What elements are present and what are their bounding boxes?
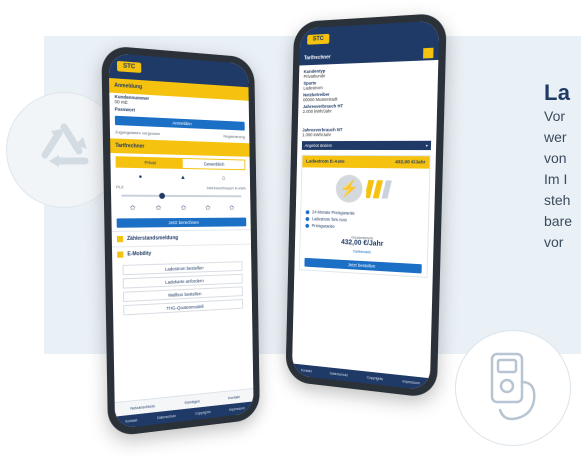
person-icon[interactable]: ✩ <box>155 204 161 212</box>
charger-badge <box>455 330 571 446</box>
consumption-label: Jahresverbrauch in kWh <box>206 185 246 191</box>
calculate-button[interactable]: Jetzt berechnen <box>116 217 247 228</box>
lightning-bolt-icon: ⚡ <box>335 174 363 203</box>
footer-link[interactable]: Datenschutz <box>157 414 176 420</box>
footer-link[interactable]: Copyrights <box>367 375 383 381</box>
zip-label: PLZ <box>116 184 124 190</box>
customer-type-toggle[interactable]: Privat Gewerblich <box>115 156 246 171</box>
dropdown-label: Angebot ändern <box>304 143 333 148</box>
intro-line: vor <box>544 234 564 250</box>
logo[interactable]: STC <box>307 33 330 45</box>
consumption-slider[interactable] <box>121 192 242 199</box>
footer-link[interactable]: Kontakt <box>301 368 312 373</box>
emobility-title: E-Mobility <box>127 250 152 258</box>
tariff-inputs: PLZ Jahresverbrauch in kWh <box>111 183 250 191</box>
check-icon <box>305 209 310 214</box>
toggle-business[interactable]: Gewerblich <box>183 159 245 169</box>
field-value: 1.000 kWh/Jahr <box>302 132 332 138</box>
person-icon[interactable]: ✩ <box>181 204 187 212</box>
person-icon[interactable]: ▲ <box>180 175 186 181</box>
plug-icon <box>117 251 124 258</box>
footer-tab-contact[interactable]: Kontakt <box>228 395 240 400</box>
footer-link[interactable]: Impressum <box>402 379 420 385</box>
emobility-section[interactable]: E-Mobility <box>111 243 252 263</box>
intro-text-block: La Vor wer von Im I steh bare vor <box>544 80 581 253</box>
footer-link[interactable]: Copyrights <box>195 410 211 416</box>
phone-screen-right: STC Tarifrechner Kundentyp Privatkunde S… <box>291 20 440 391</box>
phone-screen-left: STC Anmeldung Kundennummer 00 mE Passwor… <box>108 52 254 430</box>
price-box: Gesamtpreis 432,00 €/Jahr Tarifdetails <box>300 229 428 262</box>
footer-link[interactable]: Datenschutz <box>330 371 348 377</box>
person-count-icons[interactable]: ✩ ✩ ✩ ✩ ✩ <box>111 201 250 216</box>
field-value: Ladestrom <box>303 85 323 91</box>
footer-link[interactable]: Kontakt <box>125 418 137 423</box>
stripes-icon <box>366 180 392 199</box>
check-icon <box>305 223 310 228</box>
tariff-tag: 432,00 €/Jahr <box>395 159 426 166</box>
intro-line: bare <box>544 213 573 229</box>
login-title: Anmeldung <box>114 82 143 91</box>
tariff-card: Ladestrom E-Auto 432,00 €/Jahr ⚡ 24 Mona… <box>298 154 431 278</box>
forgot-credentials-link[interactable]: Zugangsdaten vergessen <box>115 129 160 136</box>
logo[interactable]: STC <box>116 60 142 73</box>
footer-tab-grid[interactable]: Netzanschluss <box>130 404 155 411</box>
phone-mockup-right: STC Tarifrechner Kundentyp Privatkunde S… <box>285 12 447 399</box>
customer-number-value: 00 mE <box>114 99 128 105</box>
person-icon[interactable]: ✩ <box>229 204 234 212</box>
footer-link[interactable]: Impressum <box>229 406 245 412</box>
feature-text: Preisgarantie <box>311 223 335 229</box>
ev-charger-icon <box>490 352 536 421</box>
chevron-down-icon: ▾ <box>425 142 428 149</box>
recycle-icon <box>41 123 89 167</box>
tariff-calculator-header[interactable]: Tarifrechner <box>110 138 250 157</box>
summary-field: Jahresverbrauch HT 2.000 kWh/Jahr <box>298 100 437 115</box>
footer-links: Kontakt Datenschutz Copyrights Impressum <box>291 363 431 391</box>
intro-line: steh <box>544 192 571 208</box>
intro-line: von <box>544 150 567 166</box>
intro-line: wer <box>544 129 567 145</box>
meter-reading-title: Zählerstandsmeldung <box>127 235 179 243</box>
meter-icon <box>116 235 124 243</box>
close-icon[interactable] <box>423 47 434 59</box>
footer-tab-cancel[interactable]: Kündigen <box>185 399 200 405</box>
tariff-calculator-title: Tarifrechner <box>303 54 331 62</box>
tariff-illustration: ⚡ <box>301 167 430 212</box>
slider-knob[interactable] <box>158 192 165 199</box>
summary-field: Jahresverbrauch NT 1.000 kWh/Jahr <box>298 125 437 138</box>
toggle-private[interactable]: Privat <box>116 157 183 168</box>
house-icon[interactable]: ⌂ <box>222 176 225 182</box>
tariff-name: Ladestrom E-Auto <box>306 159 345 165</box>
field-value: 2.000 kWh/Jahr <box>302 108 332 114</box>
tariff-calculator-title: Tarifrechner <box>115 142 145 150</box>
check-icon <box>305 216 310 221</box>
person-icon[interactable]: ✩ <box>205 204 211 212</box>
register-link[interactable]: Registrierung <box>223 134 244 140</box>
field-value: Privatkunde <box>303 73 326 79</box>
phone-mockup-left: STC Anmeldung Kundennummer 00 mE Passwor… <box>101 45 260 438</box>
intro-heading: La <box>544 80 571 105</box>
person-icon[interactable]: ✩ <box>130 204 136 212</box>
change-offer-dropdown[interactable]: Angebot ändern ▾ <box>301 140 432 151</box>
order-charging-power-button[interactable]: Ladestrom bestellen <box>122 261 243 276</box>
intro-line: Vor <box>544 108 566 124</box>
intro-line: Im I <box>544 171 568 187</box>
thg-quota-button[interactable]: THG-Quotenmodell <box>123 298 244 316</box>
person-icon[interactable]: ● <box>139 174 143 180</box>
field-value: 00000 Musterstadt <box>302 96 338 103</box>
